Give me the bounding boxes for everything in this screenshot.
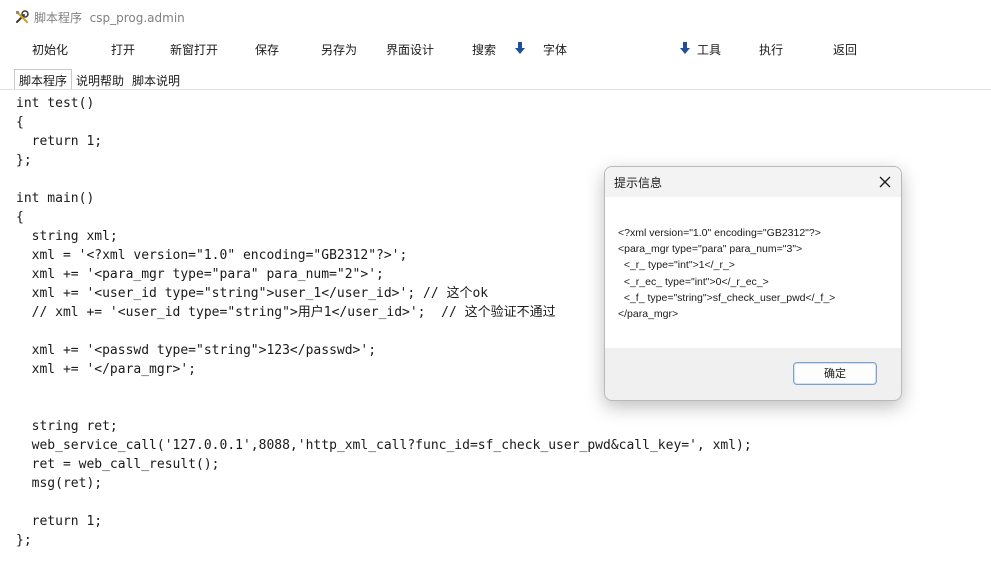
back-button[interactable]: 返回 — [833, 41, 857, 58]
save-as-button[interactable]: 另存为 — [321, 41, 357, 58]
down-arrow-icon[interactable] — [515, 42, 525, 54]
save-button[interactable]: 保存 — [255, 41, 279, 58]
execute-button[interactable]: 执行 — [759, 41, 783, 58]
window-title: 脚本程序 csp_prog.admin — [34, 11, 185, 25]
search-button[interactable]: 搜索 — [472, 41, 496, 58]
ok-button[interactable]: 确定 — [793, 362, 877, 385]
init-button[interactable]: 初始化 — [32, 41, 68, 58]
tools-icon — [16, 10, 29, 23]
font-button[interactable]: 字体 — [543, 41, 567, 58]
tab-strip: 脚本程序 说明帮助 脚本说明 — [14, 69, 184, 91]
close-icon[interactable] — [875, 172, 895, 192]
ui-design-button[interactable]: 界面设计 — [386, 41, 434, 58]
toolbar: 初始化 打开 新窗打开 保存 另存为 界面设计 搜索 字体 工具 执行 返回 — [0, 32, 991, 66]
dialog-message: <?xml version="1.0" encoding="GB2312"?> … — [618, 227, 836, 321]
tab-script-description[interactable]: 脚本说明 — [128, 69, 184, 90]
dialog-title-bar[interactable]: 提示信息 — [605, 167, 901, 197]
open-new-window-button[interactable]: 新窗打开 — [170, 41, 218, 58]
tools-button[interactable]: 工具 — [697, 41, 721, 58]
title-bar: 脚本程序 csp_prog.admin — [0, 0, 991, 32]
open-button[interactable]: 打开 — [111, 41, 135, 58]
down-arrow-icon[interactable] — [680, 42, 690, 54]
tab-help[interactable]: 说明帮助 — [72, 69, 128, 90]
tab-script-program[interactable]: 脚本程序 — [14, 69, 73, 91]
message-dialog: 提示信息 <?xml version="1.0" encoding="GB231… — [604, 166, 902, 401]
dialog-title: 提示信息 — [614, 176, 663, 190]
dialog-body: <?xml version="1.0" encoding="GB2312"?> … — [605, 197, 901, 348]
